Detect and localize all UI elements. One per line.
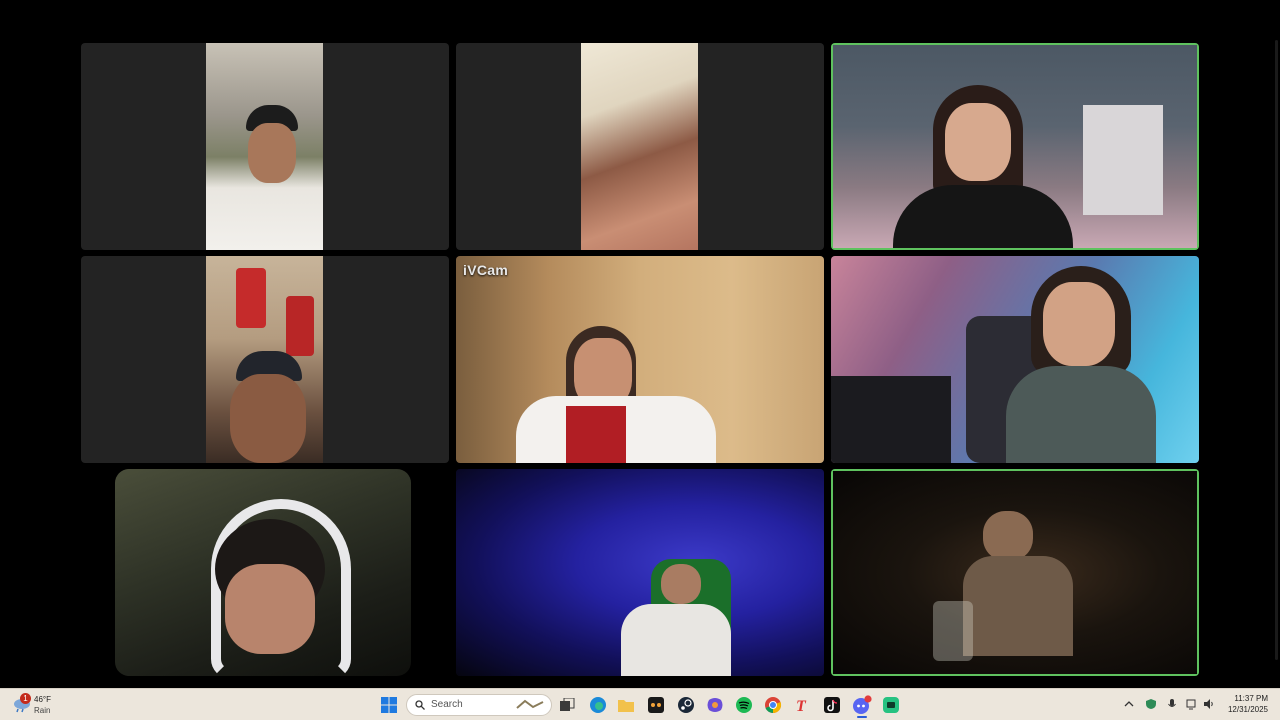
stocking-shape <box>236 268 266 328</box>
shirt-shape <box>621 604 731 676</box>
participant-tile-1[interactable] <box>81 43 449 250</box>
network-icon <box>1186 699 1196 710</box>
spotify-icon <box>736 697 752 713</box>
chevron-up-icon <box>1124 701 1134 707</box>
security-tray[interactable] <box>1144 697 1158 711</box>
shield-icon <box>1146 699 1156 709</box>
participant-tile-6[interactable] <box>831 256 1199 463</box>
face-shape <box>661 564 701 604</box>
notification-badge: 1 <box>20 693 31 704</box>
weather-temp: 46°F <box>34 695 51 704</box>
participant-tile-3[interactable] <box>831 43 1199 250</box>
clock-time: 11:37 PM <box>1234 694 1268 703</box>
text-t-icon: T <box>796 698 807 714</box>
spotify-button[interactable] <box>733 694 755 716</box>
video-feed <box>833 45 1197 248</box>
video-feed <box>206 256 323 463</box>
file-explorer-button[interactable] <box>615 694 637 716</box>
face-shape <box>248 123 296 183</box>
discord-button[interactable] <box>851 694 873 716</box>
mask-app-button[interactable] <box>645 694 667 716</box>
search-highlight-icon <box>516 699 544 709</box>
tiktok-icon <box>824 697 840 713</box>
face-shape <box>1043 282 1115 366</box>
video-feed <box>115 469 411 676</box>
weather-condition: Rain <box>34 706 51 715</box>
green-app-icon <box>883 697 899 713</box>
copilot-icon <box>707 698 723 712</box>
participant-tile-4[interactable] <box>81 256 449 463</box>
tiktok-button[interactable] <box>821 694 843 716</box>
green-app-button[interactable] <box>880 694 902 716</box>
steam-icon <box>678 697 694 713</box>
video-feed <box>206 43 323 250</box>
microphone-icon <box>1168 699 1176 707</box>
stocking-shape <box>286 296 314 356</box>
top-shape <box>1006 366 1156 463</box>
video-feed <box>581 43 698 250</box>
show-hidden-icons[interactable] <box>1122 697 1136 711</box>
edge-icon <box>590 697 606 713</box>
network-tray[interactable] <box>1185 697 1199 711</box>
participant-tile-5[interactable]: iVCam <box>456 256 824 463</box>
active-app-indicator <box>857 716 867 718</box>
steam-button[interactable] <box>675 694 697 716</box>
camera-app-label: iVCam <box>463 262 509 278</box>
system-clock[interactable]: 11:37 PM 12/31/2025 <box>1228 693 1268 715</box>
video-feed <box>833 471 1197 674</box>
task-view-icon <box>560 698 575 711</box>
chrome-icon <box>765 697 782 714</box>
task-view-button[interactable] <box>556 694 578 716</box>
face-shape <box>230 374 306 463</box>
mask-app-icon <box>648 697 664 713</box>
clock-date: 12/31/2025 <box>1227 705 1268 714</box>
mic-arm-shape <box>831 376 951 463</box>
scrollbar[interactable] <box>1275 40 1278 660</box>
participant-tile-8[interactable] <box>456 469 824 676</box>
search-box[interactable]: Search <box>406 694 552 716</box>
shirt-shape <box>963 556 1073 656</box>
participant-tile-9[interactable] <box>831 469 1199 676</box>
microphone-tray[interactable] <box>1165 697 1179 711</box>
video-call-stage: iVCam <box>0 0 1280 688</box>
video-feed <box>456 256 824 463</box>
glass-shape <box>933 601 973 661</box>
chrome-button[interactable] <box>762 694 784 716</box>
search-placeholder: Search <box>431 699 463 710</box>
video-feed <box>456 469 824 676</box>
video-feed <box>831 256 1199 463</box>
edge-button[interactable] <box>587 694 609 716</box>
face-shape <box>945 103 1011 181</box>
windows-icon <box>381 697 397 713</box>
shoulders-shape <box>893 185 1073 248</box>
copilot-button[interactable] <box>704 694 726 716</box>
taskbar: 1 46°F Rain Search T 11:37 PM 12/31/2025 <box>0 688 1280 720</box>
svg-text:T: T <box>796 698 807 714</box>
volume-tray[interactable] <box>1202 697 1216 711</box>
weather-widget[interactable]: 1 46°F Rain <box>10 693 70 717</box>
speaker-icon <box>1204 699 1213 709</box>
face-shape <box>983 511 1033 561</box>
dresser-shape <box>1083 105 1163 215</box>
jacket-shape <box>566 406 626 463</box>
participant-tile-2[interactable] <box>456 43 824 250</box>
face-shape <box>225 564 315 654</box>
start-button[interactable] <box>378 694 400 716</box>
discord-icon <box>853 695 872 714</box>
folder-icon <box>618 700 634 712</box>
search-icon <box>415 700 425 710</box>
text-app-button[interactable]: T <box>790 694 812 716</box>
participant-tile-7[interactable] <box>81 469 449 676</box>
